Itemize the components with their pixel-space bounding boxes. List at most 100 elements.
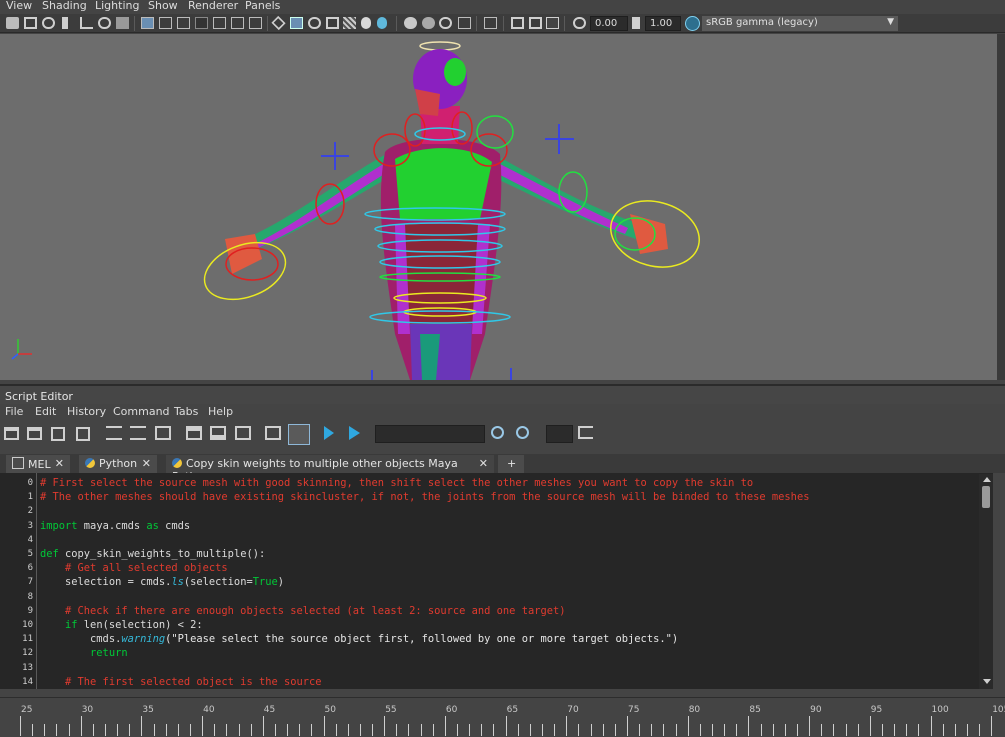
clear-all-icon[interactable] (155, 426, 171, 440)
execute-selected-icon[interactable] (324, 426, 334, 440)
menu-help[interactable]: Help (208, 405, 233, 418)
menu-file[interactable]: File (5, 405, 23, 418)
3d-viewport[interactable] (0, 34, 997, 380)
frame-label: 50 (324, 705, 336, 715)
menu-shading[interactable]: Shading (42, 0, 87, 12)
goto-line-input[interactable] (546, 425, 573, 443)
add-tab-button[interactable]: + (498, 455, 524, 473)
xray-icon[interactable] (290, 17, 303, 29)
depth-of-field-icon[interactable] (439, 17, 452, 29)
time-slider[interactable]: 25 30 35 40 45 50 55 60 65 70 75 80 85 90 95 100 105 (0, 697, 1005, 737)
code-line[interactable]: cmds.warning("Please select the source o… (40, 633, 678, 645)
xray-active-components-icon[interactable] (308, 17, 321, 29)
code-line[interactable]: # The other meshes should have existing … (40, 491, 809, 503)
motion-blur-icon[interactable] (377, 17, 387, 29)
light-bulb-icon[interactable] (361, 17, 371, 29)
tab-python[interactable]: Python ✕ (79, 455, 157, 473)
menu-tabs[interactable]: Tabs (174, 405, 198, 418)
search-up-icon[interactable] (516, 426, 529, 439)
clear-input-icon[interactable] (130, 426, 146, 440)
menu-command[interactable]: Command (113, 405, 170, 418)
smooth-shade-icon[interactable] (159, 17, 172, 29)
film-gate-icon[interactable] (511, 17, 524, 29)
save-script-icon[interactable] (51, 427, 65, 441)
source-script-icon[interactable] (27, 427, 42, 440)
grid-toggle-icon[interactable] (116, 17, 129, 29)
frame-tick (165, 724, 167, 736)
menu-history[interactable]: History (67, 405, 106, 418)
close-icon[interactable]: ✕ (479, 457, 488, 470)
xray-joints-icon[interactable] (326, 17, 339, 29)
scroll-thumb[interactable] (982, 486, 990, 508)
menu-panels[interactable]: Panels (245, 0, 280, 12)
search-down-icon[interactable] (491, 426, 504, 439)
color-management-icon[interactable] (685, 16, 700, 31)
execute-all-icon[interactable] (349, 426, 360, 440)
use-lights-icon[interactable] (213, 17, 226, 29)
gamma-field[interactable]: 1.00 (645, 16, 681, 31)
textured-icon[interactable] (195, 17, 208, 29)
menu-view[interactable]: View (6, 0, 32, 12)
exposure-field[interactable]: 0.00 (590, 16, 628, 31)
goto-line-icon[interactable] (578, 426, 593, 439)
viewport-toolbar: 0.00 1.00 sRGB gamma (legacy) ▼ (0, 14, 1005, 33)
code-line[interactable]: if len(selection) < 2: (40, 619, 203, 631)
backface-culling-icon[interactable] (343, 17, 356, 29)
tab-copy-skin-weights[interactable]: Copy skin weights to multiple other obje… (166, 455, 494, 483)
bookmarks-icon[interactable] (42, 17, 55, 29)
colorspace-select[interactable]: sRGB gamma (legacy) ▼ (702, 16, 898, 31)
code-line[interactable]: import maya.cmds as cmds (40, 520, 190, 532)
scroll-up-icon[interactable] (983, 477, 991, 482)
close-icon[interactable]: ✕ (142, 457, 151, 470)
show-both-icon[interactable] (235, 426, 251, 440)
image-plane-icon[interactable] (62, 17, 68, 29)
code-line[interactable]: # The first selected object is the sourc… (40, 676, 322, 688)
code-line[interactable]: selection = cmds.ls(selection=True) (40, 576, 284, 588)
close-icon[interactable]: ✕ (55, 457, 64, 470)
code-line[interactable]: # Check if there are enough objects sele… (40, 605, 565, 617)
menu-edit[interactable]: Edit (35, 405, 56, 418)
tab-mel[interactable]: MEL ✕ (6, 455, 70, 473)
echo-commands-icon[interactable] (265, 426, 281, 440)
ambient-occlusion-icon[interactable] (249, 17, 262, 29)
code-editor[interactable]: 0 1 2 3 4 5 6 7 8 9 10 11 12 13 14 # First select the … (0, 473, 993, 689)
line-numbers-icon[interactable] (288, 424, 310, 445)
menu-lighting[interactable]: Lighting (95, 0, 139, 12)
clear-history-icon[interactable] (106, 426, 122, 440)
screen-space-ao-icon[interactable] (404, 17, 417, 29)
frame-tick (505, 716, 507, 736)
save-script-to-shelf-icon[interactable] (76, 427, 90, 441)
frame-tick (542, 724, 544, 736)
resolution-gate-icon[interactable] (529, 17, 542, 29)
isolate-select-icon[interactable] (271, 15, 286, 31)
camera-attributes-icon[interactable] (24, 17, 37, 29)
menu-renderer[interactable]: Renderer (188, 0, 238, 12)
open-script-icon[interactable] (4, 427, 19, 440)
menu-show[interactable]: Show (148, 0, 178, 12)
frame-tick (833, 724, 835, 736)
viewport-edge (997, 34, 1005, 380)
search-input[interactable] (375, 425, 485, 443)
frame-tick (639, 724, 641, 736)
shadows-icon[interactable] (231, 17, 244, 29)
show-history-icon[interactable] (186, 426, 202, 440)
select-camera-icon[interactable] (6, 17, 19, 29)
scroll-down-icon[interactable] (983, 679, 991, 684)
default-material-icon[interactable] (177, 17, 190, 29)
code-line[interactable]: def copy_skin_weights_to_multiple(): (40, 548, 265, 560)
wireframe-icon[interactable] (141, 17, 154, 29)
show-input-icon[interactable] (210, 426, 226, 440)
code-line[interactable]: # First select the source mesh with good… (40, 477, 753, 489)
grease-pencil-icon[interactable] (98, 17, 111, 29)
hud-icon[interactable] (458, 17, 471, 29)
frame-tick (736, 724, 738, 736)
anti-aliasing-icon[interactable] (422, 17, 435, 29)
code-line[interactable]: # Get all selected objects (40, 562, 228, 574)
code-line[interactable]: return (40, 647, 128, 659)
gate-mask-icon[interactable] (484, 17, 497, 29)
toolbar-divider (267, 16, 268, 31)
2d-pan-zoom-icon[interactable] (80, 17, 93, 29)
editor-scrollbar[interactable] (979, 474, 993, 689)
safe-action-icon[interactable] (546, 17, 559, 29)
